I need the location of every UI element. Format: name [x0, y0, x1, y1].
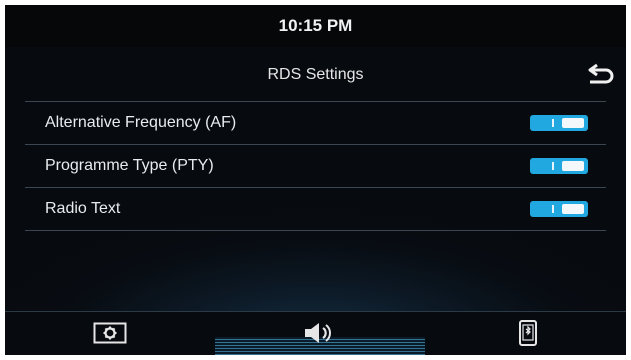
pty-toggle[interactable] [530, 158, 588, 174]
setting-row-af[interactable]: Alternative Frequency (AF) [25, 101, 606, 144]
toggle-on-mark [552, 162, 554, 170]
toggle-thumb [562, 161, 584, 171]
toggle-on-mark [552, 119, 554, 127]
toggle-thumb [562, 204, 584, 214]
setting-row-radio-text[interactable]: Radio Text [25, 187, 606, 231]
page-header: RDS Settings [5, 47, 626, 101]
setting-label: Programme Type (PTY) [45, 157, 214, 174]
rds-settings-list: Alternative Frequency (AF) Programme Typ… [25, 101, 606, 231]
phone-icon[interactable] [517, 320, 539, 346]
page-title: RDS Settings [267, 66, 364, 83]
setting-row-pty[interactable]: Programme Type (PTY) [25, 144, 606, 187]
status-bar: 10:15 PM [5, 5, 626, 47]
radio-text-toggle[interactable] [530, 201, 588, 217]
toggle-thumb [562, 118, 584, 128]
setting-label: Radio Text [45, 200, 121, 217]
back-arrow-icon[interactable] [586, 61, 616, 87]
toggle-on-mark [552, 205, 554, 213]
bottom-bar [5, 311, 626, 355]
setting-label: Alternative Frequency (AF) [45, 114, 237, 131]
volume-icon[interactable] [301, 320, 335, 346]
clock: 10:15 PM [278, 16, 353, 35]
af-toggle[interactable] [530, 115, 588, 131]
settings-icon[interactable] [93, 320, 127, 346]
head-unit-screen: 10:15 PM RDS Settings Alternative Freque… [5, 5, 626, 355]
